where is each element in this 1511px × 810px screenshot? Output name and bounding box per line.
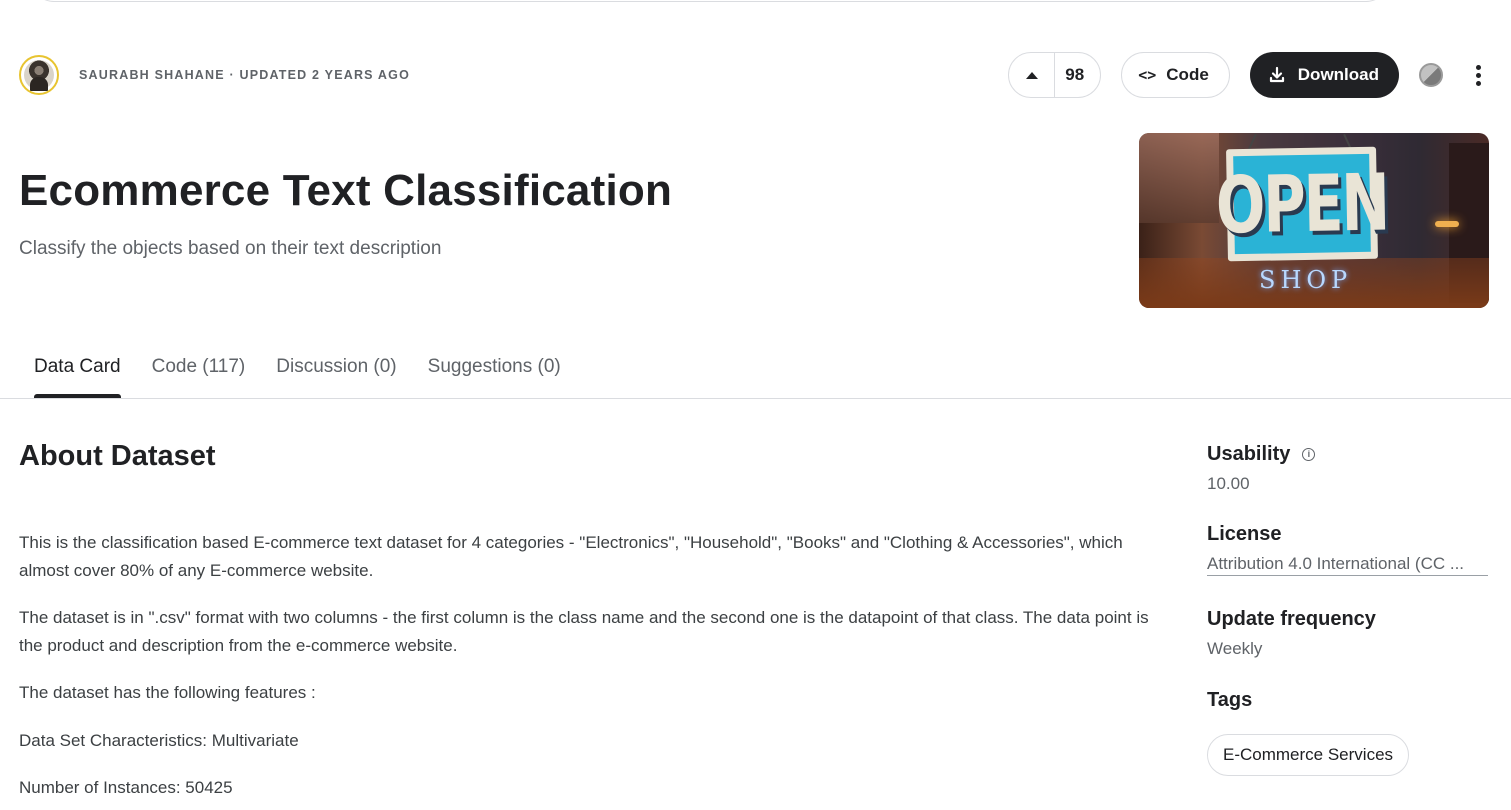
tab-code[interactable]: Code (117) — [152, 352, 246, 398]
vote-count: 98 — [1065, 65, 1085, 84]
usability-label-row: Usability i — [1207, 443, 1497, 466]
about-heading: About Dataset — [19, 440, 216, 472]
tab-divider — [0, 398, 1511, 399]
about-paragraph: This is the classification based E-comme… — [19, 533, 1123, 580]
tab-data-card[interactable]: Data Card — [34, 352, 121, 398]
code-button[interactable]: <> Code — [1121, 52, 1230, 98]
about-paragraph: The dataset has the following features : — [19, 683, 316, 702]
about-paragraph: Number of Instances: 50425 — [19, 778, 233, 797]
open-sign: OPEN — [1215, 146, 1389, 262]
header-actions: 98 <> Code Download — [1008, 52, 1481, 98]
avatar[interactable] — [19, 55, 59, 95]
about-section: About Dataset This is the classification… — [19, 440, 1169, 797]
search-bar-edge — [30, 0, 1390, 2]
metadata-sidebar: Usability i 10.00 License Attribution 4.… — [1207, 440, 1497, 776]
tab-discussion[interactable]: Discussion (0) — [276, 352, 396, 398]
download-button-label: Download — [1297, 65, 1379, 84]
tag-chip[interactable]: E-Commerce Services — [1207, 734, 1410, 776]
dataset-cover-image: OPEN SHOP — [1139, 133, 1489, 308]
dataset-header: SAURABH SHAHANE · UPDATED 2 YEARS AGO 98… — [19, 52, 1481, 98]
dataset-tabs: Data Card Code (117) Discussion (0) Sugg… — [34, 352, 592, 398]
theme-toggle-icon[interactable] — [1419, 63, 1443, 87]
author-updated-line[interactable]: SAURABH SHAHANE · UPDATED 2 YEARS AGO — [79, 68, 410, 82]
shop-neon-text: SHOP — [1259, 266, 1353, 294]
page-subtitle: Classify the objects based on their text… — [19, 238, 442, 259]
open-sign-text: OPEN — [1215, 156, 1389, 252]
download-button[interactable]: Download — [1249, 52, 1399, 98]
tab-suggestions[interactable]: Suggestions (0) — [428, 352, 561, 398]
usability-value: 10.00 — [1207, 474, 1250, 493]
code-brackets-icon: <> — [1138, 66, 1157, 84]
download-icon — [1269, 66, 1284, 83]
vote-widget: 98 — [1008, 52, 1102, 98]
more-vertical-icon[interactable] — [1475, 64, 1481, 86]
update-frequency-label: Update frequency — [1207, 608, 1376, 630]
code-button-label: Code — [1166, 65, 1209, 84]
about-paragraph: The dataset is in ".csv" format with two… — [19, 608, 1149, 655]
license-label: License — [1207, 523, 1282, 545]
tags-label: Tags — [1207, 689, 1253, 711]
info-icon[interactable]: i — [1302, 448, 1316, 461]
page-title: Ecommerce Text Classification — [19, 166, 673, 215]
about-paragraph: Data Set Characteristics: Multivariate — [19, 731, 299, 750]
upvote-button[interactable] — [1009, 53, 1056, 97]
license-link[interactable]: Attribution 4.0 International (CC ... — [1207, 554, 1488, 576]
update-frequency-value: Weekly — [1207, 639, 1263, 658]
triangle-up-icon — [1025, 71, 1038, 79]
usability-label: Usability — [1207, 443, 1291, 465]
